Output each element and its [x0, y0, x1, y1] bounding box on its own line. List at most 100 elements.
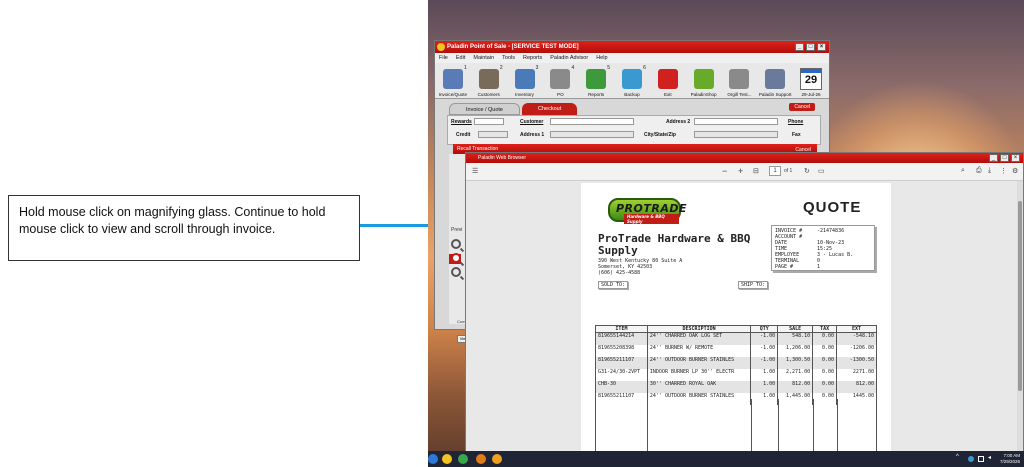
desktop: Paladin Point of Sale - [SERVICE TEST MO… — [428, 0, 1024, 467]
reports-icon — [586, 69, 607, 89]
toolbar-button[interactable]: 1 Invoice/Quote — [435, 63, 471, 99]
browser-titlebar[interactable]: Paladin Web Browser _ □ × — [466, 153, 1023, 163]
menu-paladin-advisor[interactable]: Paladin Advisor — [550, 53, 588, 63]
magnifying-glass-icon[interactable] — [451, 267, 461, 277]
print-icon[interactable]: ⎙ — [976, 167, 982, 175]
address1-input[interactable] — [550, 131, 634, 138]
table-cell: -1.00 — [750, 356, 779, 369]
toolbar-button[interactable]: Exit — [650, 63, 686, 99]
toolbar-button[interactable]: 4 PO — [542, 63, 578, 99]
toolbar-badge: 4 — [571, 65, 575, 71]
page-number-input[interactable]: 1 — [769, 166, 781, 176]
browser-maximize-button[interactable]: □ — [1000, 154, 1009, 162]
zoom-in-button[interactable]: + — [738, 166, 743, 176]
instruction-callout: Hold mouse click on magnifying glass. Co… — [8, 195, 360, 261]
inventory-icon — [514, 69, 535, 89]
close-button[interactable]: × — [817, 43, 826, 51]
scrollbar-thumb[interactable] — [1018, 201, 1022, 391]
minimize-button[interactable]: _ — [795, 43, 804, 51]
backup-icon — [621, 69, 642, 89]
ship-to-label: SHIP TO: — [738, 281, 769, 289]
tray-volume-icon[interactable]: ◂ — [988, 454, 994, 461]
pos-titlebar[interactable]: Paladin Point of Sale - [SERVICE TEST MO… — [435, 41, 829, 53]
table-row: G31-24/30-2VPT INDOOR BURNER LP 30'' ELEC… — [595, 368, 877, 381]
file-explorer-icon[interactable] — [442, 454, 452, 464]
table-cell: 548.10 — [777, 332, 814, 345]
city-input[interactable] — [694, 131, 778, 138]
toolbar-label: Paladin Support — [758, 92, 792, 97]
vertical-scrollbar[interactable] — [1017, 181, 1023, 451]
info-value: 1 — [817, 264, 821, 270]
page-view-icon[interactable]: ▭ — [818, 167, 825, 175]
toolbar-button[interactable]: 2 Customers — [471, 63, 507, 99]
table-cell: -1300.50 — [836, 356, 877, 369]
menu-edit[interactable]: Edit — [456, 53, 465, 63]
column-header: SALE — [777, 325, 814, 333]
windows-start-icon[interactable] — [428, 454, 438, 464]
search-icon[interactable]: ⌕ — [961, 167, 965, 175]
fax-label: Fax — [792, 132, 801, 138]
address-line: (606) 425-4588 — [598, 270, 641, 276]
magnifying-glass-icon[interactable] — [451, 239, 461, 249]
settings-icon[interactable]: ⚙ — [1012, 167, 1018, 175]
table-row: CHB-30 30'' CHARRED ROYAL OAK 1.00 812.00 0.… — [595, 380, 877, 393]
tray-network-icon[interactable] — [968, 456, 974, 462]
browser-title: Paladin Web Browser — [478, 155, 526, 161]
info-value: -21474836 — [817, 228, 845, 234]
tray-chevron-icon[interactable]: ^ — [956, 454, 962, 460]
rewards-input[interactable] — [474, 118, 504, 125]
customer-input[interactable] — [550, 118, 634, 125]
info-row: PAGE # 1 — [775, 264, 871, 270]
toolbar-button[interactable]: Orgill Test... — [722, 63, 758, 99]
fit-page-icon[interactable]: ⊟ — [753, 167, 759, 175]
taskbar-clock[interactable]: 7:00 AM 7/29/2026 — [1000, 453, 1020, 465]
menu-maintain[interactable]: Maintain — [473, 53, 494, 63]
calendar-button[interactable]: 29 29-Jul-26 — [793, 63, 829, 99]
menu-reports[interactable]: Reports — [523, 53, 542, 63]
table-cell: -1206.00 — [836, 344, 877, 357]
paladin-taskbar-icon[interactable] — [476, 454, 486, 464]
table-cell: 24'' CHARRED OAK LOG SET — [646, 332, 752, 345]
browser-close-button[interactable]: × — [1011, 154, 1020, 162]
toolbar-button[interactable]: Paladin Support — [757, 63, 793, 99]
toolbar-button[interactable]: 5 Reports — [578, 63, 614, 99]
browser-taskbar-icon[interactable] — [458, 454, 468, 464]
cancel-button[interactable]: Cancel — [789, 103, 815, 111]
table-row: 819655211107 24'' OUTDOOR BURNER STAINLES… — [595, 356, 877, 369]
sidebar-toggle-icon[interactable]: ☰ — [472, 167, 478, 175]
toolbar-button[interactable]: PaladinShop — [686, 63, 722, 99]
orgill-icon — [729, 69, 750, 89]
line-items-table: ITEM DESCRIPTION QTY SALE TAX EXT 81965514421… — [595, 325, 877, 405]
toolbar-button[interactable]: 3 Inventory — [507, 63, 543, 99]
address1-label: Address 1 — [520, 132, 545, 138]
menu-file[interactable]: File — [439, 53, 448, 63]
info-value: 3 - Lucas B. — [817, 252, 854, 258]
paladin-browser-taskbar-icon[interactable] — [492, 454, 502, 464]
tab-invoice-quote[interactable]: Invoice / Quote — [449, 103, 520, 115]
table-cell: 819655144214 — [595, 332, 648, 345]
magnifying-glass-icon-selected[interactable] — [451, 253, 461, 263]
toolbar-label: PO — [557, 92, 564, 97]
download-icon[interactable]: ⤓ — [988, 167, 991, 175]
maximize-button[interactable]: □ — [806, 43, 815, 51]
toolbar-label: Customers — [477, 92, 500, 97]
more-icon[interactable]: ⋮ — [1000, 167, 1007, 175]
toolbar-label: Invoice/Quote — [438, 92, 468, 97]
column-header: ITEM — [595, 325, 648, 333]
rotate-icon[interactable]: ↻ — [804, 167, 810, 175]
po-icon — [550, 69, 571, 89]
menu-help[interactable]: Help — [596, 53, 607, 63]
tray-display-icon[interactable] — [978, 456, 984, 462]
menu-tools[interactable]: Tools — [502, 53, 515, 63]
toolbar-button[interactable]: 6 Backup — [614, 63, 650, 99]
address2-input[interactable] — [694, 118, 778, 125]
toolbar-badge: 5 — [607, 65, 611, 71]
zoom-out-button[interactable]: − — [722, 166, 727, 176]
clock-date: 7/29/2026 — [999, 459, 1020, 464]
customer-label: Customer — [520, 119, 544, 125]
pdf-viewport[interactable]: PROTRADE Hardware & BBQ Supply QUOTE INV… — [466, 181, 1018, 451]
table-cell: 1,300.50 — [777, 356, 814, 369]
credit-field — [478, 131, 508, 138]
tab-checkout[interactable]: Checkout — [522, 103, 578, 115]
browser-minimize-button[interactable]: _ — [989, 154, 998, 162]
